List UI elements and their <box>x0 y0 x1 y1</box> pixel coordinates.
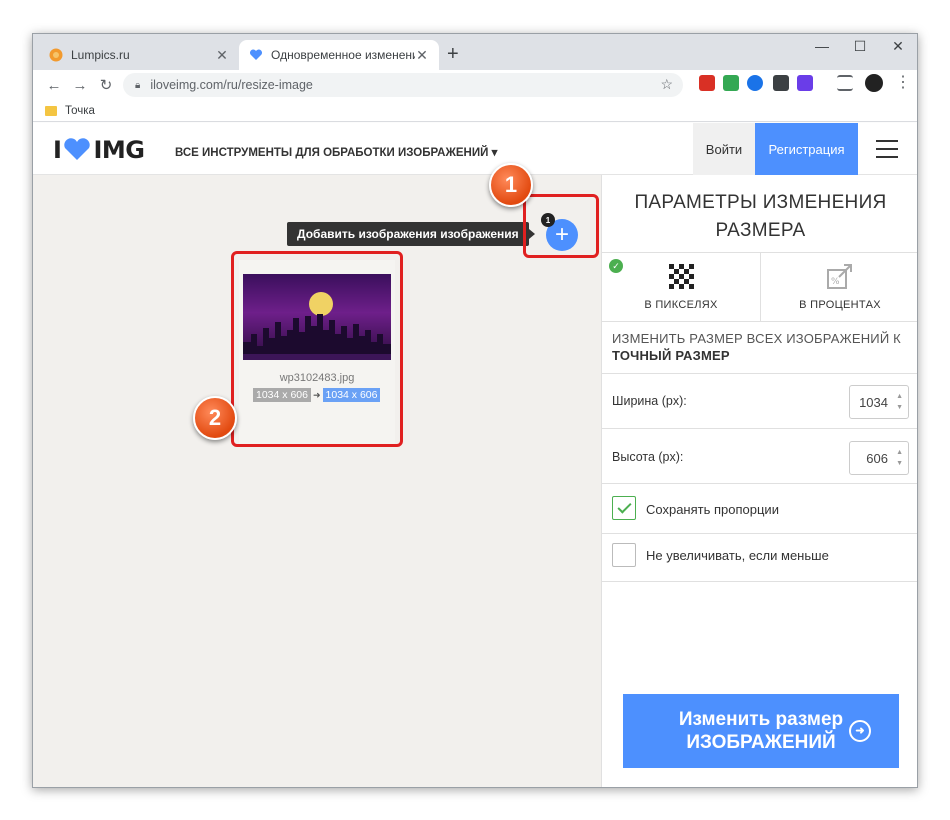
spinner-arrows-icon[interactable]: ▲ ▼ <box>896 447 903 469</box>
desc-line-1: ИЗМЕНИТЬ РАЗМЕР ВСЕХ ИЗОБРАЖЕНИЙ К <box>612 331 901 346</box>
tab-strip: Lumpics.ru ✕ Одновременное изменение раз… <box>33 34 917 70</box>
highlight-box-add <box>523 194 599 258</box>
step-marker-2: 2 <box>193 396 237 440</box>
logo-text-left: I <box>53 136 62 164</box>
keep-ratio-checkbox[interactable] <box>612 496 636 520</box>
tab-close-icon[interactable]: ✕ <box>215 47 229 64</box>
tab-pixels[interactable]: ✓ В ПИКСЕЛЯХ <box>602 253 760 321</box>
no-enlarge-checkbox[interactable] <box>612 543 636 567</box>
selected-check-icon: ✓ <box>609 259 623 273</box>
extension-box-icon[interactable] <box>773 75 789 91</box>
heart-icon <box>64 138 91 160</box>
resize-mode-tabs: ✓ В ПИКСЕЛЯХ % В ПРОЦЕНТАХ <box>602 252 917 322</box>
panel-title: ПАРАМЕТРЫ ИЗМЕНЕНИЯ РАЗМЕРА <box>634 192 887 241</box>
extension-globe-icon[interactable] <box>747 75 763 91</box>
resize-button-label: Изменить размер ИЗОБРАЖЕНИЙ <box>678 709 844 753</box>
new-tab-icon[interactable]: + <box>447 43 459 66</box>
checkmark-icon <box>616 498 632 514</box>
all-tools-menu[interactable]: ВСЕ ИНСТРУМЕНТЫ ДЛЯ ОБРАБОТКИ ИЗОБРАЖЕНИ… <box>175 145 497 159</box>
keep-ratio-row: Сохранять пропорции <box>602 483 917 533</box>
height-input[interactable]: 606 ▲ ▼ <box>849 441 909 475</box>
browser-menu-icon[interactable]: ⋮ <box>895 72 911 92</box>
pixels-icon <box>669 264 694 289</box>
highlight-box-image <box>231 251 403 447</box>
extension-purple-icon[interactable] <box>797 75 813 91</box>
resize-images-button[interactable]: Изменить размер ИЗОБРАЖЕНИЙ ➜ <box>623 694 899 768</box>
keep-ratio-label[interactable]: Сохранять пропорции <box>646 502 779 517</box>
login-button[interactable]: Войти <box>693 123 755 175</box>
reading-list-icon[interactable] <box>837 75 853 91</box>
forward-icon[interactable]: → <box>67 77 93 94</box>
percent-resize-icon: % <box>827 264 852 289</box>
register-button[interactable]: Регистрация <box>755 123 858 175</box>
hamburger-menu-icon[interactable] <box>876 140 898 164</box>
iloveimg-logo[interactable]: I IMG <box>53 136 145 164</box>
width-label: Ширина (px): <box>612 394 687 408</box>
desc-line-2: ТОЧНЫЙ РАЗМЕР <box>612 348 730 363</box>
no-enlarge-label[interactable]: Не увеличивать, если меньше <box>646 548 829 563</box>
reload-icon[interactable]: ↻ <box>93 76 119 94</box>
bookmark-item[interactable]: Точка <box>65 105 95 117</box>
width-input[interactable]: 1034 ▲ ▼ <box>849 385 909 419</box>
spinner-arrows-icon[interactable]: ▲ ▼ <box>896 391 903 413</box>
extension-check-icon[interactable] <box>723 75 739 91</box>
back-icon[interactable]: ← <box>41 77 67 94</box>
address-bar[interactable]: 🔒︎ iloveimg.com/ru/resize-image ☆ <box>123 73 683 97</box>
close-window-icon[interactable]: ✕ <box>883 38 913 55</box>
tab-close-icon[interactable]: ✕ <box>415 47 429 64</box>
tab-percent-label: В ПРОЦЕНТАХ <box>799 299 881 311</box>
logo-text-right: IMG <box>93 136 145 164</box>
tab-iloveimg[interactable]: Одновременное изменение раз ✕ <box>239 40 439 70</box>
add-images-tooltip: Добавить изображения изображения <box>287 222 535 246</box>
tab-lumpics[interactable]: Lumpics.ru ✕ <box>39 40 239 70</box>
height-value: 606 <box>866 450 888 466</box>
lumpics-favicon-icon <box>49 48 63 62</box>
all-tools-label: ВСЕ ИНСТРУМЕНТЫ ДЛЯ ОБРАБОТКИ ИЗОБРАЖЕНИ… <box>175 147 489 159</box>
width-row: Ширина (px): 1034 ▲ ▼ <box>602 373 917 428</box>
no-enlarge-row: Не увеличивать, если меньше <box>602 533 917 582</box>
lock-icon: 🔒︎ <box>135 79 141 91</box>
bookmark-star-icon[interactable]: ☆ <box>660 76 673 93</box>
width-value: 1034 <box>859 394 888 410</box>
resize-description: ИЗМЕНИТЬ РАЗМЕР ВСЕХ ИЗОБРАЖЕНИЙ К ТОЧНЫ… <box>612 330 901 364</box>
profile-avatar[interactable] <box>865 74 883 92</box>
bookmarks-bar: Точка <box>33 100 917 122</box>
minimize-icon[interactable]: — <box>807 38 837 54</box>
iloveimg-favicon-icon <box>249 49 263 60</box>
folder-icon <box>45 105 57 116</box>
height-row: Высота (px): 606 ▲ ▼ <box>602 428 917 483</box>
address-text: iloveimg.com/ru/resize-image <box>150 78 313 92</box>
resize-options-panel: ПАРАМЕТРЫ ИЗМЕНЕНИЯ РАЗМЕРА ✓ В ПИКСЕЛЯХ <box>601 175 917 787</box>
maximize-icon[interactable]: ☐ <box>845 38 875 55</box>
tab-title: Lumpics.ru <box>71 48 130 62</box>
step-marker-1: 1 <box>489 163 533 207</box>
tab-title: Одновременное изменение раз <box>271 48 415 62</box>
caret-down-icon: ▾ <box>491 147 498 159</box>
site-header: I IMG ВСЕ ИНСТРУМЕНТЫ ДЛЯ ОБРАБОТКИ ИЗОБ… <box>33 123 917 175</box>
tab-percent[interactable]: % В ПРОЦЕНТАХ <box>760 253 917 321</box>
browser-window: Lumpics.ru ✕ Одновременное изменение раз… <box>32 33 918 788</box>
tab-pixels-label: В ПИКСЕЛЯХ <box>644 299 718 311</box>
extension-red-icon[interactable] <box>699 75 715 91</box>
arrow-circle-icon: ➜ <box>849 720 871 742</box>
height-label: Высота (px): <box>612 450 684 464</box>
svg-text:%: % <box>831 277 840 287</box>
upload-workspace: wp3102483.jpg 1034 x 606 ➜ 1034 x 606 До… <box>33 163 601 787</box>
